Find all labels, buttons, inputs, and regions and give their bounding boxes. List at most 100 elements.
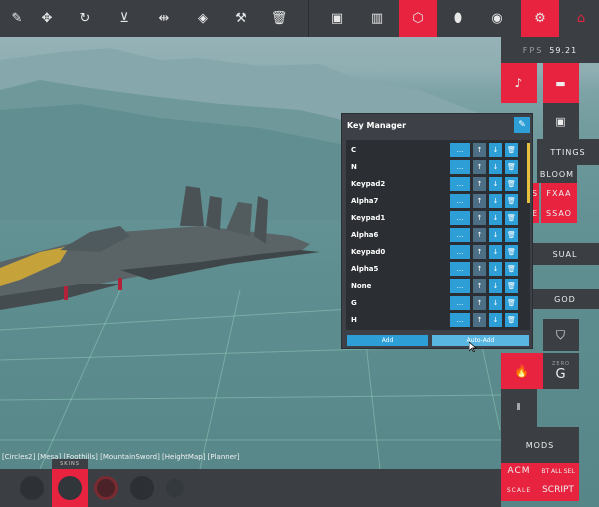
script-button[interactable]: SCRIPT [537, 479, 579, 501]
level-list[interactable]: [Circles2] [Mesa] [Foothills] [MountainS… [2, 453, 240, 461]
visual-header: SUAL [531, 243, 599, 265]
move-down-button[interactable]: ↓ [489, 211, 502, 225]
mouse-cursor-icon [469, 342, 477, 352]
move-up-button[interactable]: ↑ [473, 296, 486, 310]
more-button[interactable]: ... [450, 143, 470, 157]
more-button[interactable]: ... [450, 194, 470, 208]
more-button[interactable]: ... [450, 177, 470, 191]
move-down-button[interactable]: ↓ [489, 160, 502, 174]
trash-icon[interactable]: 🗑 [505, 194, 518, 208]
trash-icon[interactable]: 🗑 [505, 296, 518, 310]
move-down-button[interactable]: ↓ [489, 194, 502, 208]
move-down-button[interactable]: ↓ [489, 313, 502, 327]
trash-icon[interactable]: 🗑 [505, 279, 518, 293]
more-button[interactable]: ... [450, 313, 470, 327]
move-down-button[interactable]: ↓ [489, 143, 502, 157]
bt-all-label: BT ALL SEL [541, 467, 575, 475]
scale-label: SCALE [506, 486, 532, 494]
key-list[interactable]: C... ↑ ↓ 🗑 N... ↑ ↓ 🗑 Keypad2... ↑ ↓ 🗑 Alpha7... ↑ ↓ 🗑 K… [346, 140, 530, 330]
gear-icon[interactable]: ⚙ [521, 0, 559, 37]
move-icon[interactable]: ✥ [30, 0, 64, 37]
move-up-button[interactable]: ↑ [473, 262, 486, 276]
move-up-button[interactable]: ↑ [473, 279, 486, 293]
ssao-toggle[interactable]: SSAO [541, 203, 577, 223]
key-name: None [351, 282, 372, 290]
key-row: C... ↑ ↓ 🗑 [346, 142, 526, 159]
move-up-button[interactable]: ↑ [473, 143, 486, 157]
acm-button[interactable]: ACM [501, 463, 537, 479]
mods-header[interactable]: MODS [501, 427, 579, 463]
more-button[interactable]: ... [450, 245, 470, 259]
trash-icon[interactable]: 🗑 [505, 262, 518, 276]
screenshot-icon[interactable]: ▣ [543, 103, 579, 139]
auto-add-button[interactable]: Auto-Add [432, 335, 529, 346]
rotate-icon[interactable]: ↻ [68, 0, 102, 37]
scale-button[interactable]: SCALE [501, 479, 537, 501]
trash-icon[interactable]: 🗑 [262, 0, 296, 37]
bt-all-sel-button[interactable]: BT ALL SEL [537, 463, 579, 479]
move-up-button[interactable]: ↑ [473, 160, 486, 174]
g-label: G [555, 366, 567, 382]
move-up-button[interactable]: ↑ [473, 211, 486, 225]
trash-icon[interactable]: 🗑 [505, 211, 518, 225]
move-up-button[interactable]: ↑ [473, 194, 486, 208]
ammo-icon[interactable]: ⦀ [501, 389, 537, 427]
home-icon[interactable]: ⌂ [563, 0, 599, 37]
block-icon[interactable] [20, 476, 44, 500]
cube-icon[interactable]: ⬡ [399, 0, 437, 37]
key-manager-title: Key Manager [347, 121, 407, 130]
move-down-button[interactable]: ↓ [489, 279, 502, 293]
key-manager-window[interactable]: Key Manager ✎ C... ↑ ↓ 🗑 N... ↑ ↓ 🗑 Keypad2... ↑ ↓… [341, 113, 533, 349]
key-list-scrollbar[interactable] [527, 143, 530, 203]
fxaa-label: FXAA [546, 188, 572, 198]
visual-label: SUAL [552, 249, 578, 259]
move-up-button[interactable]: ↑ [473, 245, 486, 259]
trash-icon[interactable]: 🗑 [505, 245, 518, 259]
trash-icon[interactable]: 🗑 [505, 228, 518, 242]
more-button[interactable]: ... [450, 296, 470, 310]
flip-icon[interactable]: ⇹ [147, 0, 181, 37]
pencil-icon[interactable]: ✎ [514, 117, 530, 133]
wheel-block-icon[interactable] [94, 476, 118, 500]
fxaa-toggle[interactable]: FXAA [541, 183, 577, 203]
trash-icon[interactable]: 🗑 [505, 177, 518, 191]
add-button[interactable]: Add [347, 335, 428, 346]
key-name: Keypad1 [351, 214, 386, 222]
move-down-button[interactable]: ↓ [489, 262, 502, 276]
more-button[interactable]: ... [450, 211, 470, 225]
more-button[interactable]: ... [450, 262, 470, 276]
shield-icon[interactable]: ⛉ [543, 319, 579, 351]
camera-icon[interactable]: ◉ [480, 0, 514, 37]
more-button[interactable]: ... [450, 160, 470, 174]
cannon-block-icon[interactable] [58, 476, 82, 500]
scale-icon[interactable]: ⊻ [107, 0, 141, 37]
mouse-icon[interactable]: ⬮ [441, 0, 475, 37]
move-up-button[interactable]: ↑ [473, 228, 486, 242]
more-button[interactable]: ... [450, 279, 470, 293]
move-down-button[interactable]: ↓ [489, 228, 502, 242]
move-down-button[interactable]: ↓ [489, 245, 502, 259]
bloom-toggle[interactable]: BLOOM [537, 165, 577, 183]
blueprint-icon[interactable]: ▣ [320, 0, 354, 37]
bomb-block-icon[interactable] [130, 476, 154, 500]
music-icon[interactable]: ♪ [501, 63, 537, 103]
wrench-icon[interactable]: ⚒ [224, 0, 258, 37]
zero-g-toggle[interactable]: ZERO G [543, 353, 579, 389]
eraser-icon[interactable]: ◈ [186, 0, 220, 37]
more-button[interactable]: ... [450, 228, 470, 242]
key-name: H [351, 316, 357, 324]
ssao-label: SSAO [546, 208, 572, 218]
chat-icon[interactable]: ▬ [543, 63, 579, 103]
paint-icon[interactable]: ✎ [0, 0, 34, 37]
stats-icon[interactable]: ▥ [360, 0, 394, 37]
move-up-button[interactable]: ↑ [473, 313, 486, 327]
move-down-button[interactable]: ↓ [489, 177, 502, 191]
fps-label: FPS [522, 45, 544, 55]
fire-icon[interactable]: 🔥 [501, 353, 543, 389]
move-down-button[interactable]: ↓ [489, 296, 502, 310]
trash-icon[interactable]: 🗑 [505, 313, 518, 327]
move-up-button[interactable]: ↑ [473, 177, 486, 191]
thruster-block-icon[interactable] [166, 479, 184, 497]
trash-icon[interactable]: 🗑 [505, 160, 518, 174]
trash-icon[interactable]: 🗑 [505, 143, 518, 157]
